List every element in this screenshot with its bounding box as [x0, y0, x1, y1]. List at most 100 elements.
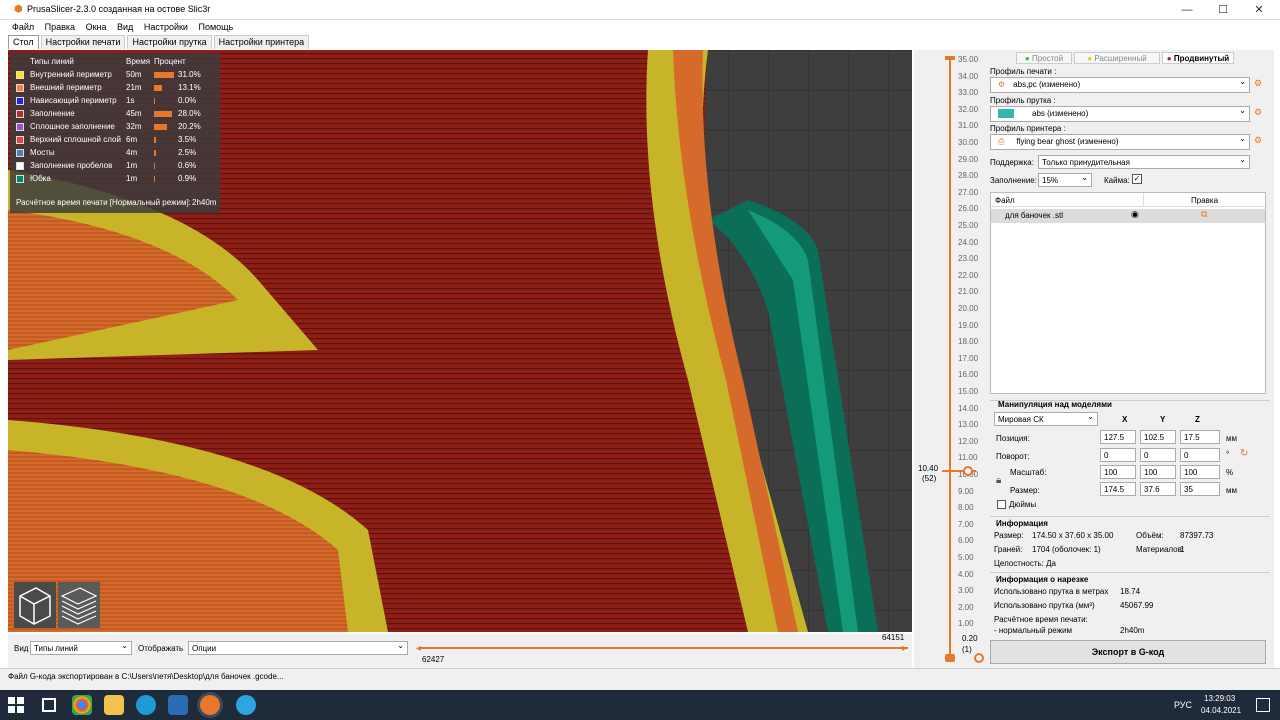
vslider-tick: 11.00 — [958, 453, 978, 463]
size-z-input[interactable]: 35 — [1180, 482, 1220, 496]
vslider-tick: 22.00 — [958, 270, 979, 280]
legend-swatch — [16, 110, 24, 118]
vertical-layer-slider[interactable]: 35.00 34.00 33.00 32.00 31.00 30.00 29.00 28.00… — [914, 50, 988, 668]
show-options-dropdown[interactable]: Опции — [188, 641, 408, 655]
vslider-tick: 35.00 — [958, 55, 979, 64]
menu-bar: Файл Правка Окна Вид Настройки Помощь — [0, 20, 1280, 34]
view-type-dropdown[interactable]: Типы линий — [30, 641, 132, 655]
windows-start-icon[interactable] — [8, 697, 24, 713]
mode-simple-button[interactable]: ● Простой — [1016, 52, 1072, 64]
vslider-tick: 32.00 — [958, 104, 979, 114]
menu-settings[interactable]: Настройки — [144, 22, 188, 32]
tab-printer-settings[interactable]: Настройки принтера — [213, 35, 310, 49]
info-panel: Информация Размер: 174.50 x 37.60 x 35.0… — [990, 516, 1270, 570]
mode-advanced-button[interactable]: ● Расширенный — [1074, 52, 1160, 64]
scale-x-input[interactable]: 100 — [1100, 465, 1136, 479]
hslider-right-value: 64151 — [882, 633, 905, 642]
size-x-input[interactable]: 174.5 — [1100, 482, 1136, 496]
vslider-tick: 14.00 — [958, 403, 979, 413]
position-y-input[interactable]: 102.5 — [1140, 430, 1176, 444]
windows-taskbar: РУС 13:29:03 04.04.2021 — [0, 690, 1280, 720]
rotation-label: Поворот: — [996, 452, 1030, 461]
iso-view-button[interactable] — [14, 582, 56, 628]
legend-header-percent: Процент — [154, 57, 186, 66]
size-y-input[interactable]: 37.6 — [1140, 482, 1176, 496]
export-gcode-button[interactable]: Экспорт в G-код — [990, 640, 1266, 664]
filament-settings-icon[interactable]: ⚙ — [1254, 107, 1262, 118]
minimize-button[interactable]: — — [1170, 0, 1204, 20]
legend-header-type: Типы линий — [30, 57, 74, 66]
position-z-input[interactable]: 17.5 — [1180, 430, 1220, 444]
brim-checkbox[interactable]: ✓ — [1132, 174, 1142, 184]
task-view-icon[interactable] — [42, 698, 56, 712]
layers-view-button[interactable] — [58, 582, 100, 628]
legend-percent: 3.5% — [178, 135, 197, 144]
reset-rotation-icon[interactable]: ↻ — [1240, 448, 1248, 459]
col-file: Файл — [995, 196, 1015, 205]
mode-expert-button[interactable]: ● Продвинутый — [1162, 52, 1234, 64]
tab-filament-settings[interactable]: Настройки прутка — [127, 35, 212, 49]
infill-dropdown[interactable]: 15% — [1038, 173, 1092, 187]
clock-time[interactable]: 13:29:03 — [1204, 694, 1235, 703]
legend-name: Юбка — [30, 174, 51, 183]
filament-dropdown[interactable]: abs (изменено) — [990, 106, 1250, 122]
rotation-z-input[interactable]: 0 — [1180, 448, 1220, 462]
filament-label: Профиль прутка : — [990, 96, 1056, 105]
eye-icon[interactable]: ◉ — [1131, 209, 1139, 220]
settings-cog-icon[interactable] — [974, 653, 984, 663]
vslider-cog-icon[interactable] — [963, 466, 973, 476]
support-dropdown[interactable]: Только принудительная — [1038, 155, 1250, 169]
notifications-icon[interactable] — [1256, 698, 1270, 712]
language-indicator[interactable]: РУС — [1174, 700, 1192, 710]
position-x-input[interactable]: 127.5 — [1100, 430, 1136, 444]
coordinate-system-dropdown[interactable]: Мировая СК — [994, 412, 1098, 426]
close-button[interactable]: ✕ — [1242, 0, 1276, 20]
object-row[interactable]: для баночек .stl ◉ ⧉ — [991, 209, 1265, 223]
legend-panel: Типы линий Время Процент Внутренний пери… — [10, 53, 220, 213]
edit-icon[interactable]: ⧉ — [1201, 209, 1207, 220]
tab-print-settings[interactable]: Настройки печати — [40, 35, 126, 49]
legend-time: 45m — [126, 109, 142, 118]
menu-file[interactable]: Файл — [12, 22, 34, 32]
chrome-icon[interactable] — [72, 695, 92, 715]
vslider-track[interactable] — [949, 58, 951, 654]
legend-row: Внутренний периметр 50m 31.0% — [16, 69, 214, 81]
horizontal-slider-track[interactable] — [420, 647, 908, 649]
info-volume-value: 87397.73 — [1180, 531, 1214, 540]
vslider-current-layer: (52) — [922, 474, 937, 483]
main-tabs: Стол Настройки печати Настройки прутка Н… — [8, 35, 311, 49]
vslider-tick: 29.00 — [958, 154, 979, 164]
menu-edit[interactable]: Правка — [45, 22, 75, 32]
scale-lock-icon[interactable]: 🔒︎ — [996, 475, 1001, 486]
scale-z-input[interactable]: 100 — [1180, 465, 1220, 479]
hslider-right-thumb[interactable]: ▸ — [902, 643, 907, 654]
telegram-icon[interactable] — [236, 695, 256, 715]
menu-window[interactable]: Окна — [86, 22, 107, 32]
tab-plater[interactable]: Стол — [8, 35, 39, 49]
legend-percent-bar — [154, 163, 155, 169]
object-list[interactable]: Файл Правка для баночек .stl ◉ ⧉ — [990, 192, 1266, 394]
menu-help[interactable]: Помощь — [198, 22, 233, 32]
slice-mode-label: - нормальный режим — [994, 626, 1072, 635]
rotation-x-input[interactable]: 0 — [1100, 448, 1136, 462]
clock-date[interactable]: 04.04.2021 — [1201, 706, 1241, 715]
print-profile-dropdown[interactable]: ⚙ abs,pc (изменено) — [990, 77, 1250, 93]
rotation-y-input[interactable]: 0 — [1140, 448, 1176, 462]
legend-percent: 0.9% — [178, 174, 197, 183]
menu-view[interactable]: Вид — [117, 22, 133, 32]
explorer-icon[interactable] — [104, 695, 124, 715]
hslider-left-thumb[interactable]: ◂ — [416, 643, 421, 654]
maximize-button[interactable]: ☐ — [1206, 0, 1240, 20]
legend-percent-bar — [154, 98, 155, 104]
slice-time-value: 2h40m — [1120, 626, 1145, 635]
print-profile-settings-icon[interactable]: ⚙ — [1254, 78, 1262, 89]
lock-icon[interactable] — [945, 654, 955, 662]
scale-y-input[interactable]: 100 — [1140, 465, 1176, 479]
store-icon[interactable] — [168, 695, 188, 715]
printer-dropdown[interactable]: ⎙ flying bear ghost (изменено) — [990, 134, 1250, 150]
printer-settings-icon[interactable]: ⚙ — [1254, 135, 1262, 146]
edge-icon[interactable] — [136, 695, 156, 715]
scale-unit: % — [1226, 468, 1234, 477]
inches-checkbox[interactable] — [997, 500, 1006, 509]
prusaslicer-taskbar-icon[interactable] — [200, 695, 220, 715]
